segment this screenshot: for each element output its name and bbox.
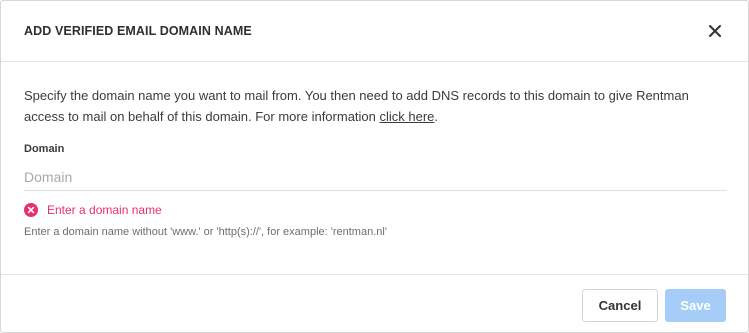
- validation-error: Enter a domain name: [24, 203, 162, 217]
- dialog-body: Specify the domain name you want to mail…: [24, 85, 727, 238]
- domain-label: Domain: [24, 143, 65, 155]
- description-text: Specify the domain name you want to mail…: [24, 88, 689, 124]
- save-button[interactable]: Save: [665, 289, 726, 322]
- dialog-footer: Cancel Save: [1, 274, 748, 333]
- close-button[interactable]: [706, 22, 724, 40]
- cancel-button[interactable]: Cancel: [582, 289, 658, 322]
- domain-input[interactable]: [24, 163, 727, 191]
- error-message: Enter a domain name: [47, 203, 162, 217]
- close-icon: [709, 25, 721, 37]
- dialog-header: ADD VERIFIED EMAIL DOMAIN NAME: [1, 1, 748, 62]
- help-text: Enter a domain name without 'www.' or 'h…: [24, 226, 387, 238]
- click-here-link[interactable]: click here: [380, 109, 435, 124]
- error-circle-icon: [24, 203, 38, 217]
- description: Specify the domain name you want to mail…: [24, 85, 727, 127]
- dialog-title: ADD VERIFIED EMAIL DOMAIN NAME: [24, 24, 252, 38]
- add-email-domain-dialog: ADD VERIFIED EMAIL DOMAIN NAME Specify t…: [0, 0, 749, 333]
- description-end: .: [434, 109, 439, 124]
